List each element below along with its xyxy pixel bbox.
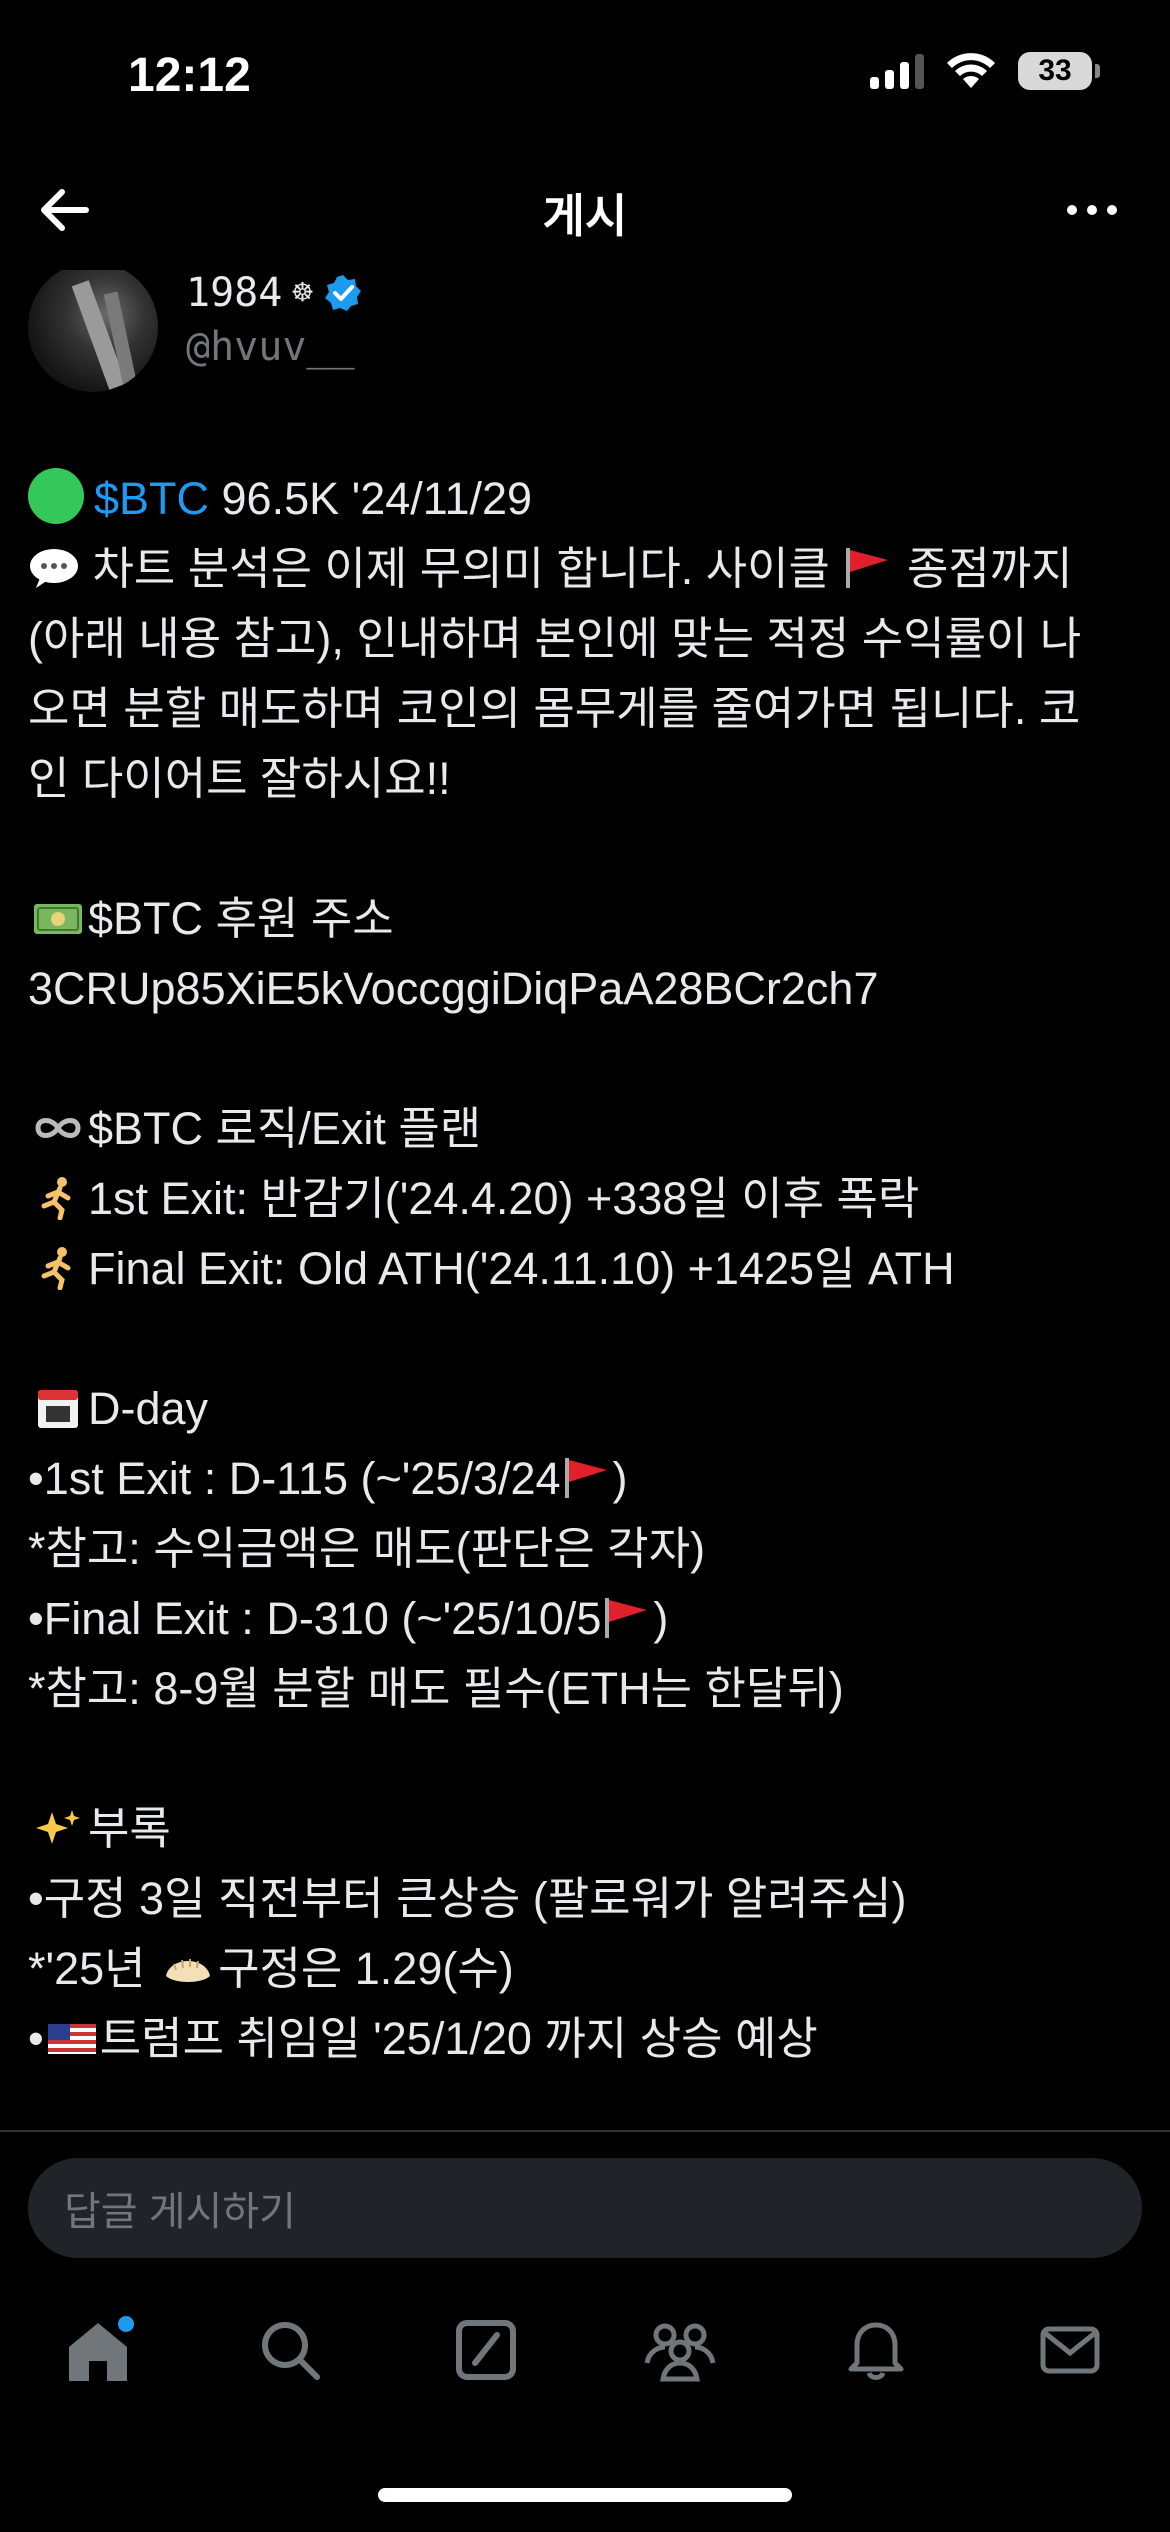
search-icon [262, 2322, 320, 2380]
tweet-line-text: $BTC 후원 주소 [88, 893, 394, 944]
home-indicator [378, 2488, 792, 2502]
tweet-line-text: 1st Exit: 반감기('24.4.20) +338일 이후 폭락 [88, 1173, 920, 1224]
money-emoji [34, 904, 82, 934]
reply-input[interactable]: 답글 게시하기 [28, 2158, 1142, 2258]
tweet-line: *참고: 수익금액은 매도(판단은 각자) [28, 1523, 706, 1574]
tweet-line-text: • [28, 2013, 44, 2064]
avatar[interactable] [28, 262, 158, 392]
tweet-line-text: 부록 [88, 1803, 171, 1854]
status-time: 12:12 [128, 49, 251, 102]
verified-badge-icon [324, 275, 361, 311]
status-icons: 33 [870, 52, 1100, 90]
ship-wheel-emoji: ☸ [292, 273, 313, 313]
red-flag-emoji [605, 1598, 648, 1638]
dumpling-emoji [166, 1959, 211, 1982]
tweet-line: *참고: 8-9월 분할 매도 필수(ETH는 한달뒤) [28, 1663, 844, 1714]
tweet-line-text: D-day [88, 1383, 209, 1434]
reply-placeholder: 답글 게시하기 [64, 2190, 296, 2234]
tweet-line: D-day [28, 1374, 1148, 1444]
author-handle[interactable]: @hvuv__ [186, 324, 355, 370]
tweet-line-text: 종점까지 [894, 543, 1073, 594]
red-flag-emoji [564, 1458, 607, 1498]
tab-home[interactable] [58, 2310, 138, 2390]
grok-icon [456, 2320, 516, 2380]
status-bar: 12:12 33 [0, 0, 1170, 150]
tweet-line: 1st Exit: 반감기('24.4.20) +338일 이후 폭락 [28, 1164, 1148, 1234]
tweet-line-text: ) [653, 1593, 669, 1644]
page-title: 게시 [542, 190, 628, 242]
tweet-line: 차트 분석은 이제 무의미 합니다. 사이클 종점까지 [28, 534, 1148, 604]
speech-bubble-emoji [30, 549, 78, 588]
tweet-text: $BTC 96.5K '24/11/29 차트 분석은 이제 무의미 합니다. … [28, 464, 1148, 2074]
tab-communities[interactable] [640, 2310, 720, 2390]
notifications-icon [848, 2322, 904, 2380]
tweet-line: • 트럼프 취임일 '25/1/20 까지 상승 예상 [28, 2004, 1148, 2074]
tweet-line: 인 다이어트 잘하시요!! [28, 753, 451, 804]
author-name-text: 1984 [186, 270, 283, 316]
runner-emoji [41, 1177, 71, 1220]
tweet-line-text: 트럼프 취임일 '25/1/20 까지 상승 예상 [99, 2013, 818, 2064]
btc-address: 3CRUp85XiE5kVoccggiDiqPaA28BCr2ch7 [28, 963, 879, 1014]
notification-dot [118, 2316, 134, 2332]
tweet-line: (아래 내용 참고), 인내하며 본인에 맞는 적정 수익률이 나 [28, 613, 1082, 664]
tweet-line: •Final Exit : D-310 (~'25/10/5 ) [28, 1584, 1148, 1654]
red-flag-emoji [846, 548, 889, 588]
runner-emoji [41, 1247, 71, 1290]
tweet-line-text: •Final Exit : D-310 (~'25/10/5 [28, 1593, 602, 1644]
battery-icon: 33 [1018, 52, 1100, 90]
tweet-line-text: *'25년 [28, 1943, 159, 1994]
tweet-line-text: 구정은 1.29(수) [218, 1943, 514, 1994]
tweet-line: 부록 [28, 1794, 1148, 1864]
messages-icon [1040, 2326, 1100, 2374]
tweet-line: $BTC 후원 주소 [28, 884, 1148, 954]
calendar-emoji [38, 1390, 78, 1428]
tab-messages[interactable] [1030, 2310, 1110, 2390]
tweet-line: •1st Exit : D-115 (~'25/3/24 ) [28, 1444, 1148, 1514]
author-name[interactable]: 1984 ☸ [186, 270, 363, 316]
tweet-line: $BTC 로직/Exit 플랜 [28, 1094, 1148, 1164]
tab-search[interactable] [250, 2310, 330, 2390]
tweet-line: $BTC 96.5K '24/11/29 [28, 464, 1148, 534]
divider [0, 2130, 1170, 2132]
more-icon[interactable] [1062, 180, 1122, 240]
tweet-line-text: Final Exit: Old ATH('24.11.10) +1425일 AT… [88, 1243, 955, 1294]
green-circle-emoji [28, 468, 84, 524]
cashtag-link[interactable]: $BTC [94, 473, 209, 524]
tweet-line: •구정 3일 직전부터 큰상승 (팔로워가 알려주심) [28, 1873, 907, 1924]
tab-grok[interactable] [446, 2310, 526, 2390]
communities-icon [644, 2323, 716, 2382]
tweet-line-text: •1st Exit : D-115 (~'25/3/24 [28, 1453, 561, 1504]
infinity-emoji [35, 1118, 81, 1138]
us-flag-emoji [47, 2024, 96, 2054]
battery-level: 33 [1038, 54, 1072, 87]
tweet-line-text: ) [612, 1453, 628, 1504]
tweet-line: Final Exit: Old ATH('24.11.10) +1425일 AT… [28, 1234, 1148, 1304]
tweet-line: *'25년 구정은 1.29(수) [28, 1934, 1148, 2004]
wifi-icon [947, 53, 995, 88]
tab-bar [0, 2280, 1170, 2430]
tweet-line-text: 차트 분석은 이제 무의미 합니다. 사이클 [80, 543, 830, 594]
tweet-line-text: $BTC 로직/Exit 플랜 [88, 1103, 482, 1154]
tweet-line: 오면 분할 매도하며 코인의 몸무게를 줄여가면 됩니다. 코 [28, 683, 1081, 734]
tweet-author[interactable]: 1984 ☸ @hvuv__ [28, 262, 1128, 392]
sparkles-emoji [36, 1810, 80, 1844]
cellular-signal-icon [870, 53, 924, 89]
tweet-line-text: 96.5K '24/11/29 [209, 473, 533, 524]
tab-notifications[interactable] [836, 2310, 916, 2390]
